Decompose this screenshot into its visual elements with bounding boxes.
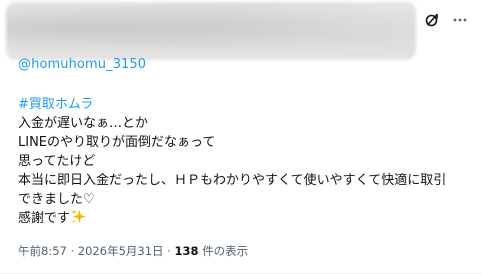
tweet-metadata: 午前8:57 · 2026年5月31日 · 138 件の表示 — [18, 243, 248, 259]
hashtag-line: #買取ホムラ — [18, 95, 478, 114]
more-icon[interactable] — [452, 12, 468, 28]
hashtag-link[interactable]: #買取ホムラ — [18, 97, 93, 112]
meta-separator: · — [70, 244, 75, 258]
blurred-author-header — [6, 2, 416, 60]
tweet-text: #買取ホムラ 入金が遅いなぁ…とか LINEのやり取りが面倒だなぁって 思ってた… — [18, 95, 478, 230]
tweet-actions-top — [424, 12, 468, 28]
text-line-2: LINEのやり取りが面倒だなぁって — [18, 135, 216, 150]
view-label: 件の表示 — [202, 244, 249, 258]
text-line-3: 思ってたけど — [18, 154, 96, 169]
meta-separator-2: · — [167, 244, 171, 258]
mention-link[interactable]: @homuhomu_3150 — [18, 57, 146, 72]
view-count: 138 — [174, 244, 199, 258]
text-line-5: できました♡ — [18, 192, 95, 207]
text-line-6: 感謝です — [18, 209, 478, 230]
text-line-4: 本当に即日入金だったし、ＨＰもわかりやすくて使いやすくて快適に取引 — [18, 173, 447, 188]
text-line-6-text: 感謝です — [18, 211, 71, 226]
grok-icon[interactable] — [424, 12, 440, 28]
tweet-date[interactable]: 2026年5月31日 — [78, 244, 164, 258]
tweet-time[interactable]: 午前8:57 — [18, 244, 67, 258]
text-line-1: 入金が遅いなぁ…とか — [18, 116, 149, 131]
sparkles-icon — [71, 209, 87, 230]
tweet-card: @homuhomu_3150 #買取ホムラ 入金が遅いなぁ…とか LINEのやり… — [0, 0, 482, 274]
